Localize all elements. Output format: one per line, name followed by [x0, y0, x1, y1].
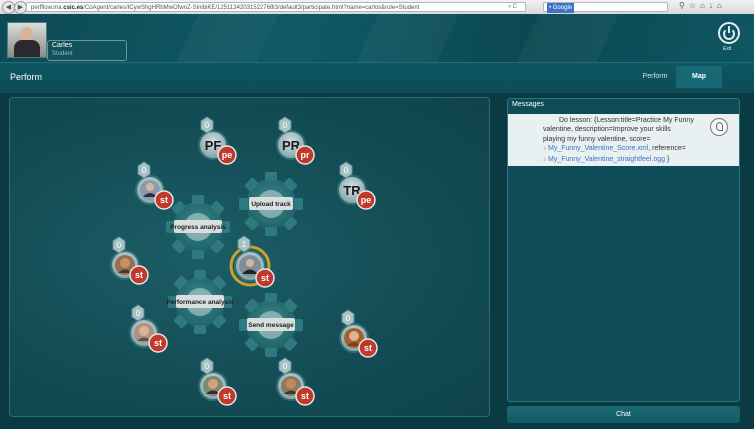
- gear-label: Performance analysis: [166, 299, 234, 306]
- message-line: , reference=: [648, 145, 686, 153]
- file-icon: ♪: [543, 156, 546, 163]
- activity-map: Progress analysis Upload track Performan…: [110, 116, 378, 406]
- gear-performance-analysis[interactable]: Performance analysis: [166, 270, 234, 334]
- download-icon[interactable]: ↓: [709, 1, 717, 10]
- node-count: 0: [346, 314, 351, 323]
- message-line: }: [666, 155, 670, 163]
- student-node[interactable]: 0 st: [110, 236, 149, 285]
- node-count: 0: [205, 121, 210, 130]
- page-title: Perform: [10, 72, 43, 82]
- message-text: Do lesson: {Lesson:title=Practice My Fun…: [543, 116, 703, 165]
- user-role: Student: [52, 51, 73, 57]
- message-line: valentine, description=Improve your skil…: [543, 126, 671, 134]
- user-card: Carles Student: [47, 40, 127, 61]
- messages-title: Messages: [512, 101, 544, 108]
- participant-node-pr[interactable]: PR 0 pr: [276, 116, 315, 165]
- node-badge: st: [154, 338, 162, 348]
- star-icon[interactable]: ☆: [689, 1, 700, 10]
- tab-perform[interactable]: Perform: [635, 66, 675, 88]
- search-field[interactable]: • Google: [543, 2, 668, 13]
- node-count: 0: [344, 166, 349, 175]
- node-count: 0: [283, 121, 288, 130]
- student-node[interactable]: 0 st: [135, 161, 174, 210]
- message-line: Do lesson: {Lesson:title=Practice My Fun…: [559, 117, 694, 124]
- node-badge: st: [160, 195, 168, 205]
- node-count: 0: [205, 362, 210, 371]
- node-count: 0: [283, 362, 288, 371]
- exit-label: Exit: [723, 46, 732, 52]
- node-badge: pe: [222, 150, 233, 160]
- url-rest: /CoAgent/carles/ICywShgHRbMwOfwnZ-Sinibi…: [83, 5, 420, 11]
- node-count: 0: [117, 241, 122, 250]
- search-icon[interactable]: ⚲: [679, 1, 689, 10]
- node-badge: st: [135, 270, 143, 280]
- chat-button[interactable]: Chat: [507, 406, 740, 423]
- reference-file-link[interactable]: My_Funny_Valentine_straightfeel.ogg: [548, 156, 665, 163]
- student-node-current[interactable]: 1 st: [229, 235, 275, 288]
- power-icon[interactable]: [718, 22, 740, 44]
- browser-toolbar: ◀ ▶ perfflow.ma.csic.es/CoAgent/carles/I…: [0, 0, 754, 15]
- node-badge: st: [261, 273, 269, 283]
- messages-panel: Messages Do lesson: {Lesson:title=Practi…: [507, 98, 740, 402]
- url-field[interactable]: perfflow.ma.csic.es/CoAgent/carles/ICywS…: [26, 2, 526, 12]
- student-node[interactable]: 0 st: [129, 304, 168, 353]
- search-engine-icon: • Google: [547, 3, 575, 13]
- student-node[interactable]: 0 st: [198, 357, 237, 406]
- node-badge: st: [364, 343, 372, 353]
- listen-icon[interactable]: [710, 118, 728, 136]
- home-icon[interactable]: ⌂: [700, 1, 709, 10]
- map-panel: Progress analysis Upload track Performan…: [9, 97, 490, 417]
- gear-upload-track[interactable]: Upload track: [239, 172, 303, 236]
- score-file-link[interactable]: My_Funny_Valentine_Score.xml: [548, 145, 648, 152]
- node-count: 0: [142, 166, 147, 175]
- gear-label: Upload track: [251, 201, 291, 208]
- user-name: Carles: [52, 42, 73, 49]
- tab-map[interactable]: Map: [676, 66, 722, 88]
- file-icon: ♪: [543, 146, 546, 153]
- node-badge: pe: [361, 195, 372, 205]
- home-alt-icon[interactable]: ⌂: [717, 1, 726, 10]
- node-badge: st: [301, 391, 309, 401]
- gear-progress-analysis[interactable]: Progress analysis: [166, 195, 230, 259]
- node-badge: st: [223, 391, 231, 401]
- message-item: Do lesson: {Lesson:title=Practice My Fun…: [508, 114, 739, 166]
- url-prefix: perfflow.ma.: [31, 5, 64, 11]
- student-node[interactable]: 0 st: [339, 309, 378, 358]
- node-count: 1: [242, 240, 247, 249]
- gear-send-message[interactable]: Send message: [239, 293, 303, 357]
- participant-node-tr[interactable]: TR 0 pe: [337, 161, 376, 210]
- toolbar-icons: ⚲☆⌂↓⌂: [679, 1, 726, 10]
- gear-label: Send message: [248, 322, 294, 329]
- reload-icon[interactable]: ▿ C: [508, 2, 517, 12]
- student-node[interactable]: 0 st: [276, 357, 315, 406]
- gear-label: Progress analysis: [170, 224, 226, 231]
- node-badge: pr: [301, 150, 310, 160]
- message-line: playing my funny valentine, score=: [543, 135, 651, 143]
- url-host: csic.es: [63, 5, 84, 11]
- user-avatar: [7, 22, 47, 58]
- app-header: Carles Student Exit: [0, 14, 754, 62]
- participant-node-pf[interactable]: PF 0 pe: [198, 116, 237, 165]
- node-count: 0: [136, 309, 141, 318]
